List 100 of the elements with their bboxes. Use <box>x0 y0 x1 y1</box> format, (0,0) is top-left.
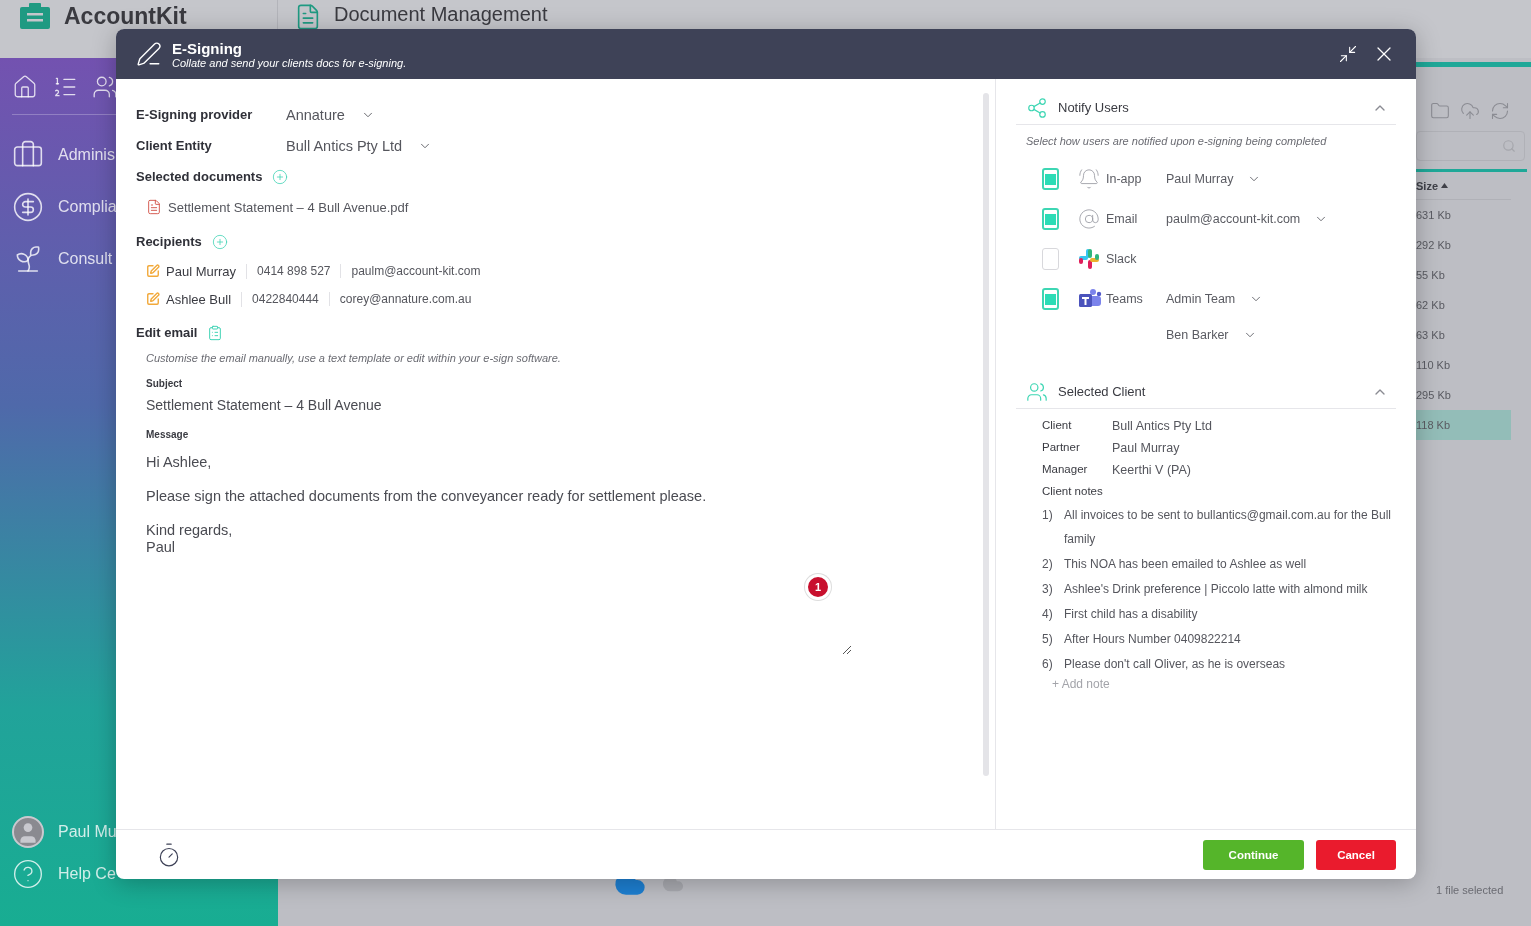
table-cell-text: 62 Kb <box>1416 298 1446 313</box>
table-cell-text: 63 Kb <box>1416 328 1446 343</box>
refresh-icon[interactable] <box>1490 101 1510 121</box>
table-cell-text: 631 Kb <box>1416 208 1452 223</box>
cancel-button[interactable]: Cancel <box>1316 839 1396 870</box>
checkbox[interactable] <box>1042 248 1059 270</box>
field-label: Client Entity <box>136 138 213 153</box>
notes-label: Client notes <box>1041 484 1104 499</box>
field-value: Bull Antics Pty Ltd <box>1112 419 1214 433</box>
note-number: 2) <box>1042 556 1054 573</box>
minimize-icon <box>1338 44 1358 64</box>
edit-icon[interactable] <box>146 292 160 306</box>
client-select[interactable]: Bull Antics Pty Ltd <box>286 137 433 154</box>
people-icon[interactable] <box>92 74 118 100</box>
sidebar-item[interactable]: Adminis <box>58 146 115 164</box>
note-number: 6) <box>1042 656 1054 673</box>
channel-label: Teams <box>1106 291 1144 308</box>
field-label: E-Signing provider <box>136 107 254 122</box>
note-text: All invoices to be sent to bullantics@gmail.com.au for the Bull family <box>1064 507 1392 548</box>
people-icon <box>1026 380 1048 403</box>
home-icon[interactable] <box>12 74 38 100</box>
hint-text: Customise the email manually, use a text template or edit within your e-sign software. <box>145 352 562 364</box>
dialog-title: E-Signing <box>172 39 243 57</box>
app-logo: AccountKit <box>64 3 187 30</box>
checkbox[interactable] <box>1042 208 1059 230</box>
note-text: Ashlee's Drink preference | Piccolo latte with almond milk <box>1064 581 1369 598</box>
file-name[interactable]: Settlement Statement – 4 Bull Avenue.pdf <box>168 199 409 215</box>
status-text: 1 file selected <box>1435 884 1505 896</box>
pdf-icon <box>146 199 162 215</box>
note-text: First child has a disability <box>1064 606 1199 623</box>
subject-field[interactable]: Settlement Statement – 4 Bull Avenue <box>136 389 955 425</box>
field-label: Subject <box>145 378 184 389</box>
note-text: Please don't call Oliver, as he is overseas <box>1064 656 1287 673</box>
logo-icon <box>20 3 50 29</box>
resize-handle-icon[interactable] <box>842 645 851 654</box>
field-label: Manager <box>1042 463 1089 477</box>
recipient-phone: 0414 898 527 <box>247 264 342 278</box>
folder-icon[interactable] <box>1430 101 1450 121</box>
clipboard-icon[interactable] <box>207 324 224 341</box>
page-title: Document Management <box>334 3 548 26</box>
note-number: 3) <box>1042 581 1054 598</box>
note-number: 5) <box>1042 631 1054 648</box>
add-icon[interactable] <box>272 168 289 185</box>
note-text: This NOA has been emailed to Ashlee as well <box>1064 556 1308 573</box>
field-value: Keerthi V (PA) <box>1112 463 1192 477</box>
scrollbar[interactable] <box>983 93 989 776</box>
at-sign-icon <box>1078 208 1100 230</box>
table-cell-text: 295 Kb <box>1416 388 1452 403</box>
slack-icon <box>1078 248 1100 270</box>
field-label: Message <box>145 429 190 440</box>
sidebar-item[interactable]: Complia <box>58 198 117 216</box>
sort-icon <box>1441 183 1448 188</box>
message-field[interactable]: Hi Ashlee, Please sign the attached documents from the conveyancer ready for settlement please. Kind regards, Paul 1 <box>146 454 851 654</box>
search-field[interactable] <box>1416 131 1525 161</box>
field-label: Client <box>1042 419 1073 433</box>
recipient-select[interactable]: Paul Murray <box>1166 168 1262 190</box>
recipient-phone: 0422840444 <box>242 292 330 306</box>
channel-label: Email <box>1106 211 1139 228</box>
teams-icon <box>1078 288 1102 310</box>
table-cell-text: 55 Kb <box>1416 268 1446 283</box>
checkbox[interactable] <box>1042 288 1059 310</box>
edit-icon[interactable] <box>146 264 160 278</box>
section-label: Selected documents <box>136 169 263 184</box>
dialog-subtitle: Collate and send your clients docs for e-signing. <box>172 56 408 69</box>
recipient-email: corey@annature.com.au <box>338 292 473 306</box>
section-title: Selected Client <box>1058 384 1147 399</box>
recipient-select[interactable]: Ben Barker <box>1166 324 1257 346</box>
section-label: Recipients <box>136 234 202 249</box>
upload-icon[interactable] <box>1460 101 1480 121</box>
add-icon[interactable] <box>211 233 228 250</box>
recipient-select[interactable]: Admin Team <box>1166 288 1264 310</box>
notification-badge[interactable]: 1 <box>805 574 831 600</box>
note-number: 4) <box>1042 606 1054 623</box>
field-label: Partner <box>1042 441 1081 455</box>
search-icon <box>1502 139 1516 153</box>
dollar-icon <box>12 191 44 223</box>
field-value: Paul Murray <box>1112 441 1181 455</box>
recipient-name: Ashlee Bull <box>166 291 243 307</box>
channel-label: In-app <box>1106 171 1143 188</box>
provider-select[interactable]: Annature <box>286 106 375 123</box>
sidebar-item[interactable]: Consult <box>58 250 113 268</box>
note-text: After Hours Number 0409822214 <box>1064 631 1242 648</box>
bell-icon <box>1078 168 1100 190</box>
checkbox[interactable] <box>1042 168 1059 190</box>
pen-icon <box>136 41 162 67</box>
channel-label: Slack <box>1106 251 1138 268</box>
note-number: 1) <box>1042 507 1054 524</box>
hint-text: Select how users are notified upon e-signing being completed <box>1025 134 1328 149</box>
avatar <box>12 816 44 848</box>
recipient-email: paulm@account-kit.com <box>350 264 482 278</box>
share-icon <box>1026 96 1048 119</box>
recipient-name: Paul Murray <box>166 263 248 279</box>
column-header[interactable]: Size <box>1416 179 1438 192</box>
section-title: Notify Users <box>1058 100 1130 115</box>
table-cell: 118 Kb <box>1416 410 1511 440</box>
help-icon <box>12 858 44 890</box>
section-label: Edit email <box>136 325 198 340</box>
table-cell-text: 110 Kb <box>1416 358 1452 373</box>
recipient-select[interactable]: paulm@account-kit.com <box>1166 208 1329 230</box>
table-cell-text: 292 Kb <box>1416 238 1452 253</box>
